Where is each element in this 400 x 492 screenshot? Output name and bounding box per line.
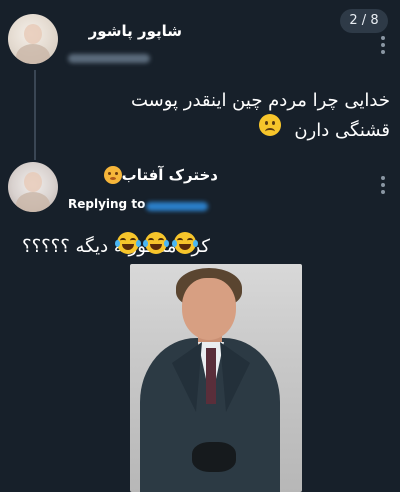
blurred-handle	[68, 54, 150, 63]
avatar[interactable]	[8, 14, 58, 64]
post-text-line-2: قشنگی دارن	[294, 120, 390, 141]
page-counter-badge: 2 / 8	[340, 9, 388, 33]
attached-photo[interactable]	[130, 264, 302, 492]
author-name[interactable]: دختر‌ک آفتاب	[122, 166, 218, 184]
reply-target-link[interactable]	[146, 202, 208, 211]
thread-connector-line	[34, 70, 36, 160]
more-options-icon[interactable]	[381, 36, 385, 57]
post-text-line-1: خدایی چرا مردم چین اینقدر پوست	[130, 90, 390, 111]
laughing-tears-icon	[143, 232, 169, 254]
replying-to-label: Replying to	[68, 197, 146, 211]
author-name[interactable]: شاپور پاشور	[89, 22, 182, 40]
avatar[interactable]	[8, 162, 58, 212]
more-options-icon[interactable]	[381, 176, 385, 197]
sad-face-icon	[259, 114, 281, 136]
laughing-tears-icon	[115, 232, 141, 254]
sun-face-icon	[104, 166, 122, 184]
laughing-tears-icon	[172, 232, 198, 254]
